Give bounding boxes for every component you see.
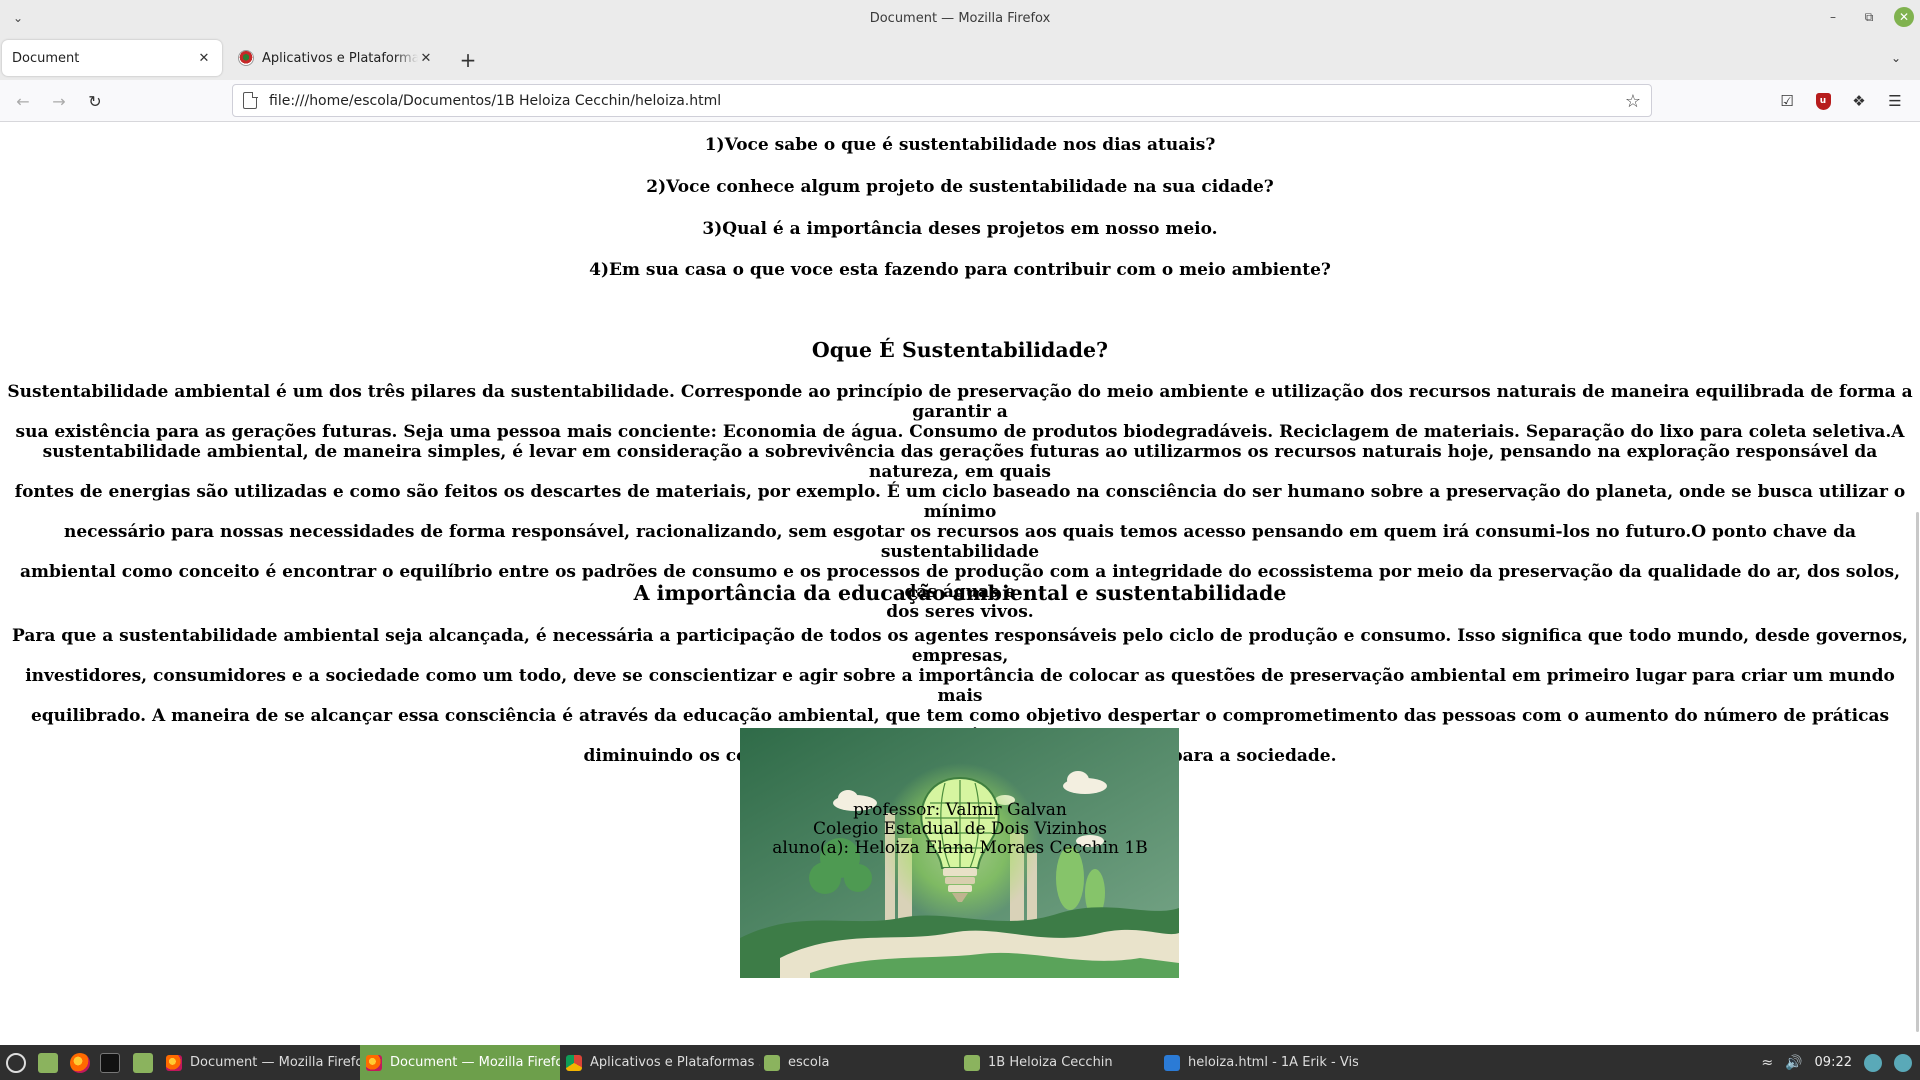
back-button[interactable]: ←: [10, 88, 36, 114]
taskbar-item-escola[interactable]: escola: [758, 1045, 958, 1080]
firefox-icon: [166, 1054, 182, 1071]
close-window-button[interactable]: ✕: [1894, 7, 1914, 27]
taskbar-item-chrome[interactable]: Aplicativos e Plataformas ...: [560, 1045, 760, 1080]
navigation-toolbar: ← → ↻ file:///home/escola/Documentos/1B …: [0, 80, 1920, 122]
update-manager-icon[interactable]: [1864, 1053, 1882, 1072]
folder-icon: [964, 1054, 980, 1071]
url-bar[interactable]: file:///home/escola/Documentos/1B Heloiz…: [232, 84, 1652, 117]
taskbar-item-label: heloiza.html - 1A Erik - Vis...: [1188, 1055, 1358, 1070]
section-1-heading: Oque É Sustentabilidade?: [811, 338, 1109, 362]
hamburger-menu-icon[interactable]: ☰: [1882, 88, 1908, 114]
question-4: 4)Em sua casa o que voce esta fazendo pa…: [589, 260, 1331, 280]
vertical-scrollbar[interactable]: [1912, 122, 1920, 1045]
question-3: 3)Qual é a importância deses projetos em…: [702, 219, 1218, 239]
bookmark-star-icon[interactable]: ☆: [1625, 91, 1641, 112]
paragraph-line: Sustentabilidade ambiental é um dos três…: [7, 382, 1913, 422]
taskbar-item-firefox-2[interactable]: Document — Mozilla Firefox: [360, 1045, 560, 1080]
taskbar-item-1b-folder[interactable]: 1B Heloiza Cecchin: [958, 1045, 1158, 1080]
wifi-icon[interactable]: ≈: [1761, 1055, 1773, 1071]
taskbar-item-label: escola: [788, 1055, 830, 1070]
tab-document[interactable]: Document ✕: [2, 40, 222, 76]
tab-label: Aplicativos e Plataformas Educacionais: [262, 50, 418, 66]
scrollbar-thumb[interactable]: [1916, 512, 1919, 1032]
footer-school: Colegio Estadual de Dois Vizinhos: [812, 819, 1108, 839]
list-all-tabs-chevron-icon[interactable]: ⌄: [1886, 48, 1906, 68]
pocket-icon[interactable]: ☑: [1774, 88, 1800, 114]
taskbar-item-label: Document — Mozilla Firefox: [390, 1055, 560, 1070]
extensions-puzzle-icon[interactable]: ❖: [1846, 88, 1872, 114]
taskbar: Document — Mozilla Firefox Document — Mo…: [0, 1045, 1920, 1080]
tray-app-icon[interactable]: [1894, 1053, 1912, 1072]
folder-icon: [764, 1054, 780, 1071]
question-2: 2)Voce conhece algum projeto de sustenta…: [646, 177, 1274, 197]
taskbar-item-label: Document — Mozilla Firefox: [190, 1055, 360, 1070]
restore-button[interactable]: ⧉: [1858, 6, 1880, 28]
ublock-shield-icon[interactable]: u: [1810, 88, 1836, 114]
window-controls: – ⧉ ✕: [1822, 6, 1914, 28]
paragraph-line: sua existência para as gerações futuras.…: [15, 422, 1905, 442]
firefox-icon: [366, 1054, 382, 1071]
tab-strip: Document ✕ Aplicativos e Plataformas Edu…: [0, 36, 1920, 80]
forward-button[interactable]: →: [46, 88, 72, 114]
paragraph-line: sustentabilidade ambiental, de maneira s…: [42, 442, 1878, 482]
chrome-icon: [566, 1054, 582, 1071]
vscode-icon: [1164, 1054, 1180, 1071]
footer-student: aluno(a): Heloiza Elana Moraes Cecchin 1…: [772, 838, 1148, 858]
minimize-button[interactable]: –: [1822, 6, 1844, 28]
system-tray: ≈ 🔊 09:22: [1761, 1045, 1912, 1080]
paragraph-line: dos seres vivos.: [886, 602, 1034, 622]
taskbar-item-firefox-1[interactable]: Document — Mozilla Firefox: [160, 1045, 360, 1080]
taskbar-item-label: 1B Heloiza Cecchin: [988, 1055, 1113, 1070]
mint-menu-icon[interactable]: [6, 1053, 26, 1073]
paragraph-line: Para que a sustentabilidade ambiental se…: [12, 626, 1908, 666]
volume-icon[interactable]: 🔊: [1785, 1055, 1802, 1071]
footer-professor: professor: Valmir Galvan: [853, 800, 1067, 820]
reload-button[interactable]: ↻: [82, 88, 108, 114]
paragraph-line: fontes de energias são utilizadas e como…: [14, 482, 1906, 522]
page-content: 1)Voce sabe o que é sustentabilidade nos…: [0, 122, 1920, 1045]
url-text[interactable]: file:///home/escola/Documentos/1B Heloiz…: [269, 93, 721, 109]
window-menu-chevron-icon[interactable]: ⌄: [8, 8, 28, 28]
paragraph-line: necessário para nossas necessidades de f…: [64, 522, 1856, 562]
new-tab-button[interactable]: +: [456, 48, 480, 72]
tab-aplicativos[interactable]: Aplicativos e Plataformas Educacionais ✕: [226, 40, 444, 76]
section-2-heading: A importância da educação ambiental e su…: [633, 581, 1287, 605]
site-favicon-icon: [238, 50, 254, 66]
files-icon[interactable]: [133, 1053, 153, 1073]
paragraph-line: investidores, consumidores e a sociedade…: [25, 666, 1895, 706]
tab-label: Document: [12, 50, 80, 66]
firefox-launcher-icon[interactable]: [70, 1053, 90, 1073]
question-1: 1)Voce sabe o que é sustentabilidade nos…: [704, 135, 1216, 155]
taskbar-item-label: Aplicativos e Plataformas ...: [590, 1055, 760, 1070]
clock[interactable]: 09:22: [1815, 1055, 1852, 1070]
show-desktop-icon[interactable]: [38, 1053, 58, 1073]
terminal-icon[interactable]: [100, 1053, 120, 1073]
tab-close-icon[interactable]: ✕: [196, 50, 212, 66]
window-title: Document — Mozilla Firefox: [869, 10, 1051, 26]
page-icon: [243, 91, 258, 109]
taskbar-item-vscode[interactable]: heloiza.html - 1A Erik - Vis...: [1158, 1045, 1358, 1080]
tab-close-icon[interactable]: ✕: [418, 50, 434, 66]
window-titlebar: ⌄ Document — Mozilla Firefox – ⧉ ✕: [0, 0, 1920, 36]
